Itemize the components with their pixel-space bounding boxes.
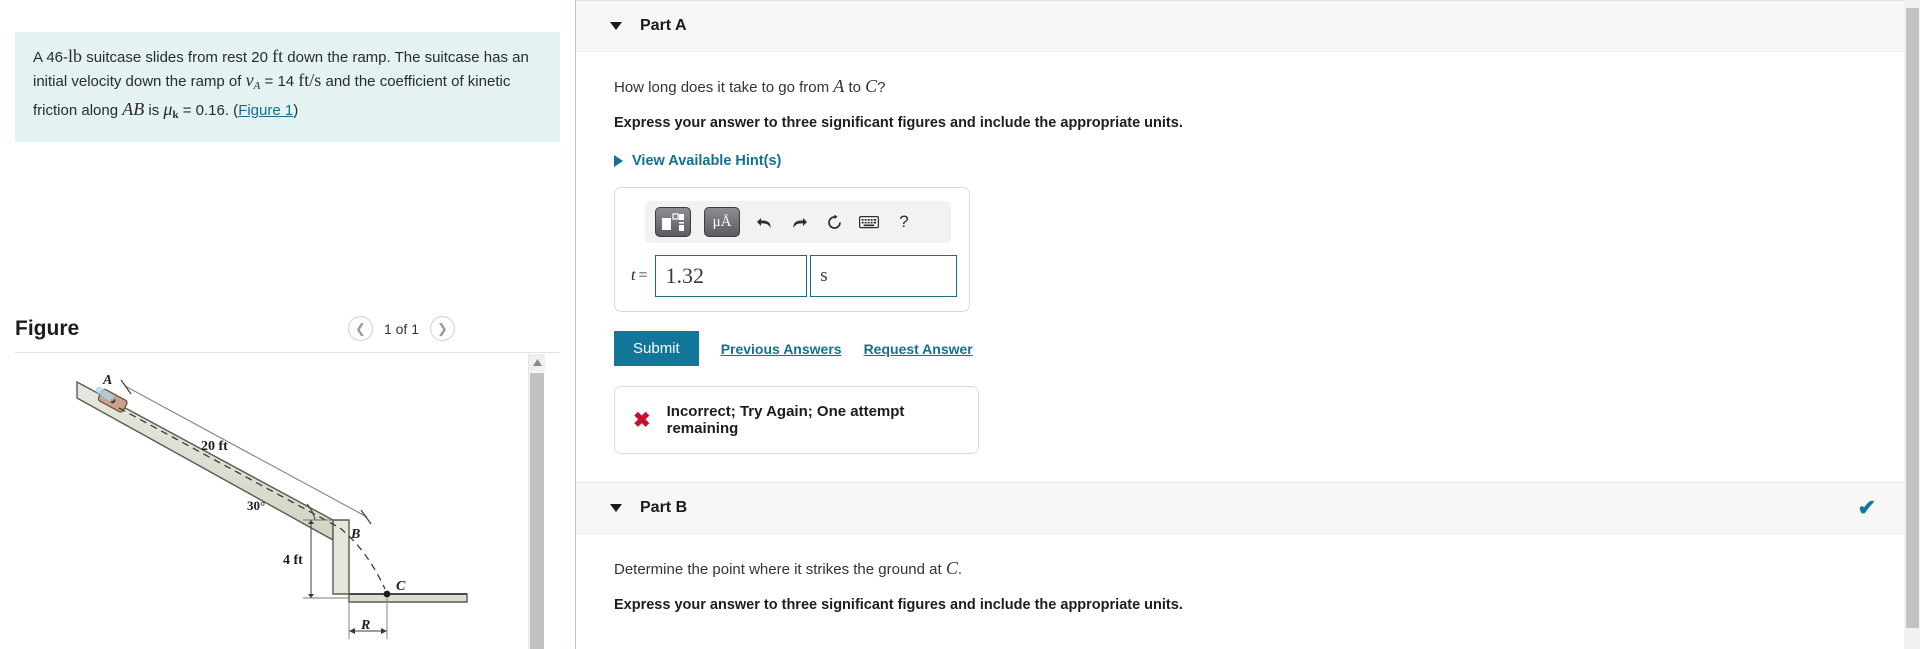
- undo-icon[interactable]: [753, 211, 775, 233]
- answer-value-input[interactable]: 1.32: [655, 255, 808, 297]
- redo-icon[interactable]: [788, 211, 810, 233]
- point-b-label: B: [350, 527, 360, 542]
- problem-text-2: suitcase slides from rest 20: [82, 49, 273, 66]
- answer-unit-input[interactable]: s: [810, 255, 957, 297]
- ramp-diagram: 20 ft 30° 4 ft R A B C: [76, 373, 468, 639]
- answer-widget: μÅ ? t = 1.32 s: [614, 187, 970, 312]
- question-post: .: [957, 561, 963, 578]
- part-b-header[interactable]: Part B ✔: [576, 482, 1904, 534]
- part-a-body: How long does it take to go from A to C?…: [576, 52, 1904, 454]
- x-mark-icon: ✖: [633, 408, 651, 432]
- page-root: A 46-lb suitcase slides from rest 20 ft …: [0, 0, 1920, 649]
- segment-ab: AB: [122, 99, 145, 119]
- dimension-drop-label: 4 ft: [283, 553, 303, 568]
- checkmark-icon: ✔: [1857, 495, 1876, 520]
- problem-text-6: is: [144, 102, 164, 119]
- view-hints-label: View Available Hint(s): [632, 153, 782, 169]
- figure-navigation: ❮ 1 of 1 ❯: [347, 316, 560, 341]
- caret-down-icon[interactable]: [610, 504, 622, 512]
- caret-down-icon[interactable]: [610, 22, 622, 30]
- dimension-r-label: R: [360, 618, 370, 633]
- request-answer-link[interactable]: Request Answer: [864, 341, 973, 357]
- template-icon[interactable]: [655, 207, 691, 237]
- scroll-up-icon[interactable]: [529, 354, 545, 371]
- answer-row: t = 1.32 s: [627, 255, 957, 297]
- part-a-instruction: Express your answer to three significant…: [614, 115, 1183, 131]
- problem-text-7: = 0.16. (: [178, 102, 239, 119]
- figure-scrollbar[interactable]: [528, 354, 545, 649]
- question-pre: Determine the point where it strikes the…: [614, 561, 946, 578]
- part-b-body: Determine the point where it strikes the…: [576, 534, 1904, 613]
- units-label: μÅ: [712, 213, 732, 230]
- chevron-right-icon[interactable]: ❯: [430, 316, 455, 341]
- equals-sign: =: [638, 267, 648, 284]
- previous-answers-link[interactable]: Previous Answers: [721, 341, 842, 357]
- figure-scrollbar-thumb[interactable]: [530, 373, 544, 649]
- help-icon[interactable]: ?: [893, 211, 915, 233]
- dimension-ramp-label: 20 ft: [201, 439, 228, 454]
- right-panel: Part A How long does it take to go from …: [576, 0, 1904, 649]
- problem-text-1: A 46-: [33, 49, 69, 66]
- feedback-text: Incorrect; Try Again; One attempt remain…: [666, 403, 905, 437]
- feedback-banner: ✖ Incorrect; Try Again; One attempt rema…: [614, 386, 979, 454]
- math-toolbar: μÅ ?: [645, 201, 951, 243]
- question-post: ?: [877, 79, 886, 96]
- figure-1-link[interactable]: Figure 1: [238, 102, 293, 119]
- part-b-instruction: Express your answer to three significant…: [614, 597, 1183, 613]
- unit-lb: lb: [68, 46, 83, 66]
- units-icon[interactable]: μÅ: [704, 207, 740, 237]
- figure-title: Figure: [15, 316, 80, 340]
- figure-header: Figure ❮ 1 of 1 ❯: [15, 305, 560, 353]
- question-symbol-c: C: [945, 558, 958, 578]
- point-a-label: A: [102, 373, 112, 388]
- keyboard-icon[interactable]: [858, 211, 880, 233]
- problem-text-8: ): [293, 102, 299, 119]
- question-symbol-c: C: [865, 76, 878, 96]
- unit-ft-per-s: ft/s: [298, 70, 322, 90]
- triangle-right-icon: [614, 155, 623, 167]
- velocity-symbol: v: [245, 70, 254, 90]
- figure-count-label: 1 of 1: [383, 320, 419, 337]
- chevron-left-icon[interactable]: ❮: [347, 316, 373, 341]
- question-symbol-a: A: [833, 76, 845, 96]
- part-a-question: How long does it take to go from A to C?: [614, 76, 1904, 97]
- figure-body: 20 ft 30° 4 ft R A B C: [15, 354, 560, 649]
- point-c-label: C: [396, 579, 406, 594]
- view-hints-link[interactable]: View Available Hint(s): [614, 153, 781, 169]
- problem-statement: A 46-lb suitcase slides from rest 20 ft …: [15, 32, 560, 142]
- answer-variable-label: t =: [631, 255, 655, 297]
- question-mid: to: [844, 79, 866, 96]
- unit-ft: ft: [272, 46, 284, 66]
- problem-text-4: = 14: [260, 73, 299, 90]
- submit-button[interactable]: Submit: [614, 331, 699, 366]
- page-scrollbar-thumb[interactable]: [1906, 8, 1919, 628]
- page-scrollbar[interactable]: [1904, 0, 1920, 649]
- submit-row: Submit Previous Answers Request Answer: [614, 331, 1904, 366]
- angle-label: 30°: [247, 498, 265, 513]
- part-a-header[interactable]: Part A: [576, 0, 1904, 52]
- part-b-question: Determine the point where it strikes the…: [614, 558, 1904, 579]
- reset-icon[interactable]: [823, 211, 845, 233]
- left-panel: A 46-lb suitcase slides from rest 20 ft …: [0, 0, 575, 649]
- part-b-title: Part B: [640, 499, 688, 516]
- answer-unit-text: s: [820, 265, 828, 286]
- part-a-title: Part A: [640, 17, 687, 34]
- question-pre: How long does it take to go from: [614, 79, 834, 96]
- answer-value-text: 1.32: [665, 263, 704, 288]
